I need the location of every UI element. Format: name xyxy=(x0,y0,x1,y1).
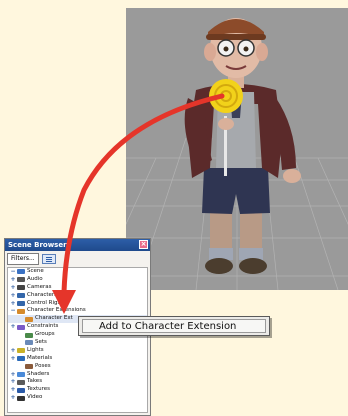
scene-browser-toolbar: Filters... xyxy=(5,252,150,266)
expand-toggle-icon[interactable]: + xyxy=(10,292,16,300)
tree-item[interactable]: + Video xyxy=(8,394,147,402)
tree-item-icon xyxy=(17,372,25,378)
tree-item-label: Characters xyxy=(27,291,58,298)
tree-item-label: Video xyxy=(27,394,43,401)
tree-item-label: Control Rigs xyxy=(27,299,61,306)
scene-tree: − Scene + Audio + Cameras + Characters + Control … xyxy=(7,267,148,413)
expand-toggle-icon[interactable]: + xyxy=(10,323,16,331)
filters-button[interactable]: Filters... xyxy=(7,253,39,265)
tree-item-label: Shaders xyxy=(27,370,50,377)
add-to-character-extension-item[interactable]: Add to Character Extension xyxy=(82,319,266,333)
tree-item-label: Sets xyxy=(35,339,47,346)
expand-toggle-icon[interactable]: + xyxy=(10,284,16,292)
tree-item-label: Materials xyxy=(27,354,53,361)
tree-item-label: Takes xyxy=(27,378,43,385)
tree-item-icon xyxy=(25,340,33,346)
expand-toggle-icon[interactable]: + xyxy=(10,355,16,363)
expand-toggle-icon[interactable]: + xyxy=(10,300,16,308)
tree-item-icon xyxy=(17,324,25,330)
tree-item[interactable]: + Takes xyxy=(8,378,147,386)
scene-browser-title-text: Scene Browser xyxy=(8,241,67,249)
tree-item[interactable]: + Characters xyxy=(8,292,147,300)
expand-toggle-icon[interactable]: − xyxy=(10,268,16,276)
tree-item-label: Character Ext xyxy=(35,315,73,322)
tree-item[interactable]: + Textures xyxy=(8,386,147,394)
expand-toggle-icon[interactable]: + xyxy=(10,371,16,379)
tree-item-icon xyxy=(17,395,25,401)
tree-item-icon xyxy=(17,277,25,283)
tree-item-label: Character Extensions xyxy=(27,307,86,314)
close-icon: × xyxy=(140,240,147,248)
tree-item-label: Constraints xyxy=(27,323,59,330)
tree-item-icon xyxy=(17,269,25,275)
tree-item-label: Groups xyxy=(35,331,55,338)
tree-item-label: Lights xyxy=(27,346,44,353)
3d-viewport[interactable] xyxy=(126,8,348,290)
tree-item-icon xyxy=(25,364,33,370)
tree-item-icon xyxy=(17,293,25,299)
expand-toggle-icon[interactable]: − xyxy=(10,307,16,315)
tree-item-label: Poses xyxy=(35,362,51,369)
tree-item[interactable]: + Lights xyxy=(8,347,147,355)
tree-item-icon xyxy=(25,332,33,338)
tree-item-label: Scene xyxy=(27,268,44,274)
tree-item-icon xyxy=(17,348,25,354)
tree-item[interactable]: − Scene xyxy=(8,268,147,276)
tree-item-icon xyxy=(17,356,25,362)
expand-toggle-icon[interactable]: + xyxy=(10,347,16,355)
tree-item-icon xyxy=(17,301,25,306)
close-button[interactable]: × xyxy=(139,240,148,249)
tree-item[interactable]: + Materials xyxy=(8,355,147,363)
context-menu: Add to Character Extension xyxy=(78,316,270,336)
tree-item[interactable]: − Character Extensions xyxy=(8,307,147,315)
scene-browser-title: Scene Browser × xyxy=(5,239,150,251)
tree-item-icon xyxy=(17,308,25,314)
tree-item-icon xyxy=(17,379,25,385)
tree-item-icon xyxy=(17,387,25,393)
expand-toggle-icon[interactable]: + xyxy=(10,394,16,402)
expand-toggle-icon[interactable]: + xyxy=(10,386,16,394)
character-model[interactable] xyxy=(126,8,348,290)
tree-item-icon xyxy=(25,316,33,322)
tree-item[interactable]: + Cameras xyxy=(8,284,147,292)
tree-item-icon xyxy=(17,285,25,291)
list-view-icon[interactable] xyxy=(41,254,56,264)
tree-item-label: Cameras xyxy=(27,283,52,290)
tree-item[interactable]: + Control Rigs xyxy=(8,300,147,308)
tree-item[interactable]: + Audio xyxy=(8,276,147,284)
tree-item[interactable]: Poses xyxy=(8,363,147,371)
expand-toggle-icon[interactable]: + xyxy=(10,378,16,386)
tree-item[interactable]: + Shaders xyxy=(8,371,147,379)
tree-item-label: Audio xyxy=(27,275,43,282)
expand-toggle-icon[interactable]: + xyxy=(10,276,16,284)
tree-item[interactable]: Sets xyxy=(8,339,147,347)
tree-item-label: Textures xyxy=(27,386,50,393)
